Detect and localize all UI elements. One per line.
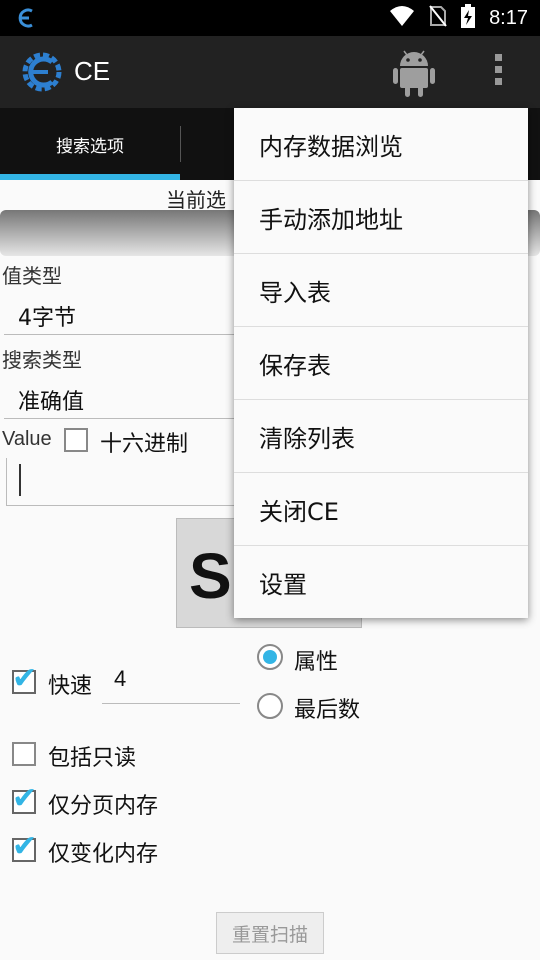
radio-last-value[interactable] bbox=[257, 693, 283, 719]
menu-item-label: 清除列表 bbox=[259, 424, 355, 453]
reset-scan-label: 重置扫描 bbox=[231, 923, 308, 946]
tab-divider bbox=[180, 126, 181, 162]
changed-memory-checkbox[interactable]: ✔ bbox=[12, 832, 37, 862]
quick-alignment-value: 4 bbox=[114, 666, 127, 691]
no-sim-icon bbox=[429, 5, 447, 31]
battery-charging-icon bbox=[461, 4, 476, 32]
search-type-label: 搜索类型 bbox=[2, 348, 82, 372]
menu-item-import-table[interactable]: 导入表 bbox=[234, 254, 528, 327]
menu-item-clear-list[interactable]: 清除列表 bbox=[234, 400, 528, 473]
menu-item-close-ce[interactable]: 关闭CE bbox=[234, 473, 528, 546]
check-icon: ✔ bbox=[12, 829, 38, 864]
menu-item-memory-view[interactable]: 内存数据浏览 bbox=[234, 108, 528, 181]
tab-label: 搜索选项 bbox=[56, 136, 124, 157]
overflow-popup-menu: 内存数据浏览 手动添加地址 导入表 保存表 清除列表 关闭CE 设置 bbox=[234, 108, 528, 618]
readonly-label: 包括只读 bbox=[48, 746, 137, 771]
menu-item-label: 设置 bbox=[259, 571, 307, 599]
value-type-label: 值类型 bbox=[2, 264, 62, 288]
value-input[interactable] bbox=[6, 458, 246, 506]
menu-item-add-address[interactable]: 手动添加地址 bbox=[234, 181, 528, 254]
check-icon: ✔ bbox=[12, 661, 38, 696]
radio-attribute[interactable] bbox=[257, 644, 283, 670]
check-icon: ✔ bbox=[12, 781, 38, 816]
paged-memory-checkbox[interactable]: ✔ bbox=[12, 784, 37, 814]
scan-button-label: S bbox=[189, 540, 232, 612]
action-bar: CE bbox=[0, 36, 540, 108]
hex-checkbox[interactable] bbox=[64, 428, 88, 452]
quick-alignment-input[interactable]: 4 bbox=[102, 664, 240, 704]
quick-checkbox[interactable]: ✔ bbox=[12, 664, 37, 694]
changed-memory-label: 仅变化内存 bbox=[48, 842, 159, 867]
hex-label: 十六进制 bbox=[100, 432, 189, 457]
status-bar: 8:17 bbox=[0, 0, 540, 36]
wifi-icon bbox=[389, 5, 415, 31]
value-type-spinner[interactable]: 4字节 bbox=[18, 300, 76, 332]
overflow-menu-icon[interactable] bbox=[490, 54, 506, 92]
spinner-divider bbox=[4, 418, 244, 419]
tab-indicator bbox=[0, 174, 180, 180]
menu-item-label: 保存表 bbox=[259, 351, 331, 380]
tab-search-options[interactable]: 搜索选项 bbox=[0, 108, 180, 180]
readonly-checkbox[interactable] bbox=[12, 742, 36, 766]
search-type-spinner[interactable]: 准确值 bbox=[18, 384, 84, 416]
reset-scan-button[interactable]: 重置扫描 bbox=[216, 912, 324, 954]
menu-item-settings[interactable]: 设置 bbox=[234, 546, 528, 619]
value-label: Value bbox=[2, 428, 52, 450]
spinner-divider bbox=[4, 334, 244, 335]
clock: 8:17 bbox=[489, 6, 528, 29]
menu-item-label: 手动添加地址 bbox=[259, 205, 403, 234]
menu-item-save-table[interactable]: 保存表 bbox=[234, 327, 528, 400]
app-title: CE bbox=[74, 56, 111, 86]
paged-memory-label: 仅分页内存 bbox=[48, 794, 159, 819]
ce-logo-icon bbox=[20, 50, 64, 98]
radio-attribute-label: 属性 bbox=[294, 650, 339, 675]
ce-notification-icon bbox=[14, 6, 38, 34]
radio-last-value-label: 最后数 bbox=[294, 698, 361, 723]
text-caret bbox=[19, 464, 21, 496]
current-label: 当前选 bbox=[166, 188, 226, 212]
menu-item-label: 导入表 bbox=[259, 278, 331, 307]
menu-item-label: 关闭CE bbox=[259, 497, 339, 526]
android-icon[interactable] bbox=[392, 46, 436, 102]
menu-item-label: 内存数据浏览 bbox=[259, 132, 403, 161]
quick-label: 快速 bbox=[48, 674, 93, 699]
